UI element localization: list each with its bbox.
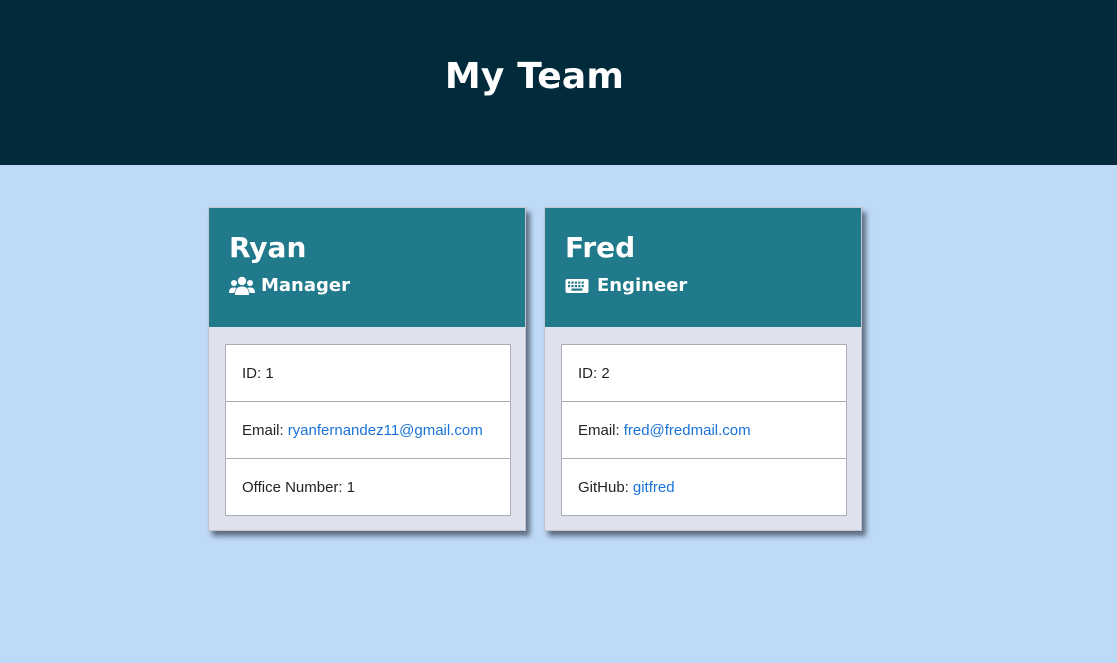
list-item-id: ID: 2	[562, 345, 846, 402]
employee-role: Manager	[229, 274, 505, 298]
email-link[interactable]: ryanfernandez11@gmail.com	[288, 422, 483, 439]
list-item-email: Email: fred@fredmail.com	[562, 402, 846, 459]
employee-role: Engineer	[565, 274, 841, 298]
role-label: Engineer	[597, 275, 688, 296]
id-text: ID: 2	[578, 364, 610, 382]
users-icon	[229, 276, 255, 296]
email-link[interactable]: fred@fredmail.com	[624, 422, 751, 439]
role-label: Manager	[261, 275, 350, 296]
page-title: My Team	[444, 56, 625, 97]
employee-name: Ryan	[229, 231, 307, 264]
employee-card-engineer: Fred Engineer ID: 2 Email: fred@fredmail…	[544, 207, 862, 531]
id-text: ID: 1	[242, 364, 274, 382]
email-label: Email:	[578, 421, 620, 439]
list-item-github: GitHub: gitfred	[562, 459, 846, 515]
card-header: Ryan Manager	[209, 208, 525, 327]
employee-details-list: ID: 2 Email: fred@fredmail.com GitHub: g…	[561, 344, 847, 516]
keyboard-icon	[565, 276, 591, 296]
employee-name: Fred	[565, 231, 636, 264]
employee-card-manager: Ryan Manager ID: 1 Email: ryanfernandez1…	[208, 207, 526, 531]
email-label: Email:	[242, 421, 284, 439]
page-header: My Team	[0, 0, 1117, 165]
list-item-id: ID: 1	[226, 345, 510, 402]
github-label: GitHub:	[578, 478, 629, 496]
list-item-email: Email: ryanfernandez11@gmail.com	[226, 402, 510, 459]
employee-details-list: ID: 1 Email: ryanfernandez11@gmail.com O…	[225, 344, 511, 516]
office-number-text: Office Number: 1	[242, 478, 356, 496]
card-header: Fred Engineer	[545, 208, 861, 327]
list-item-office-number: Office Number: 1	[226, 459, 510, 515]
github-link[interactable]: gitfred	[633, 479, 675, 496]
